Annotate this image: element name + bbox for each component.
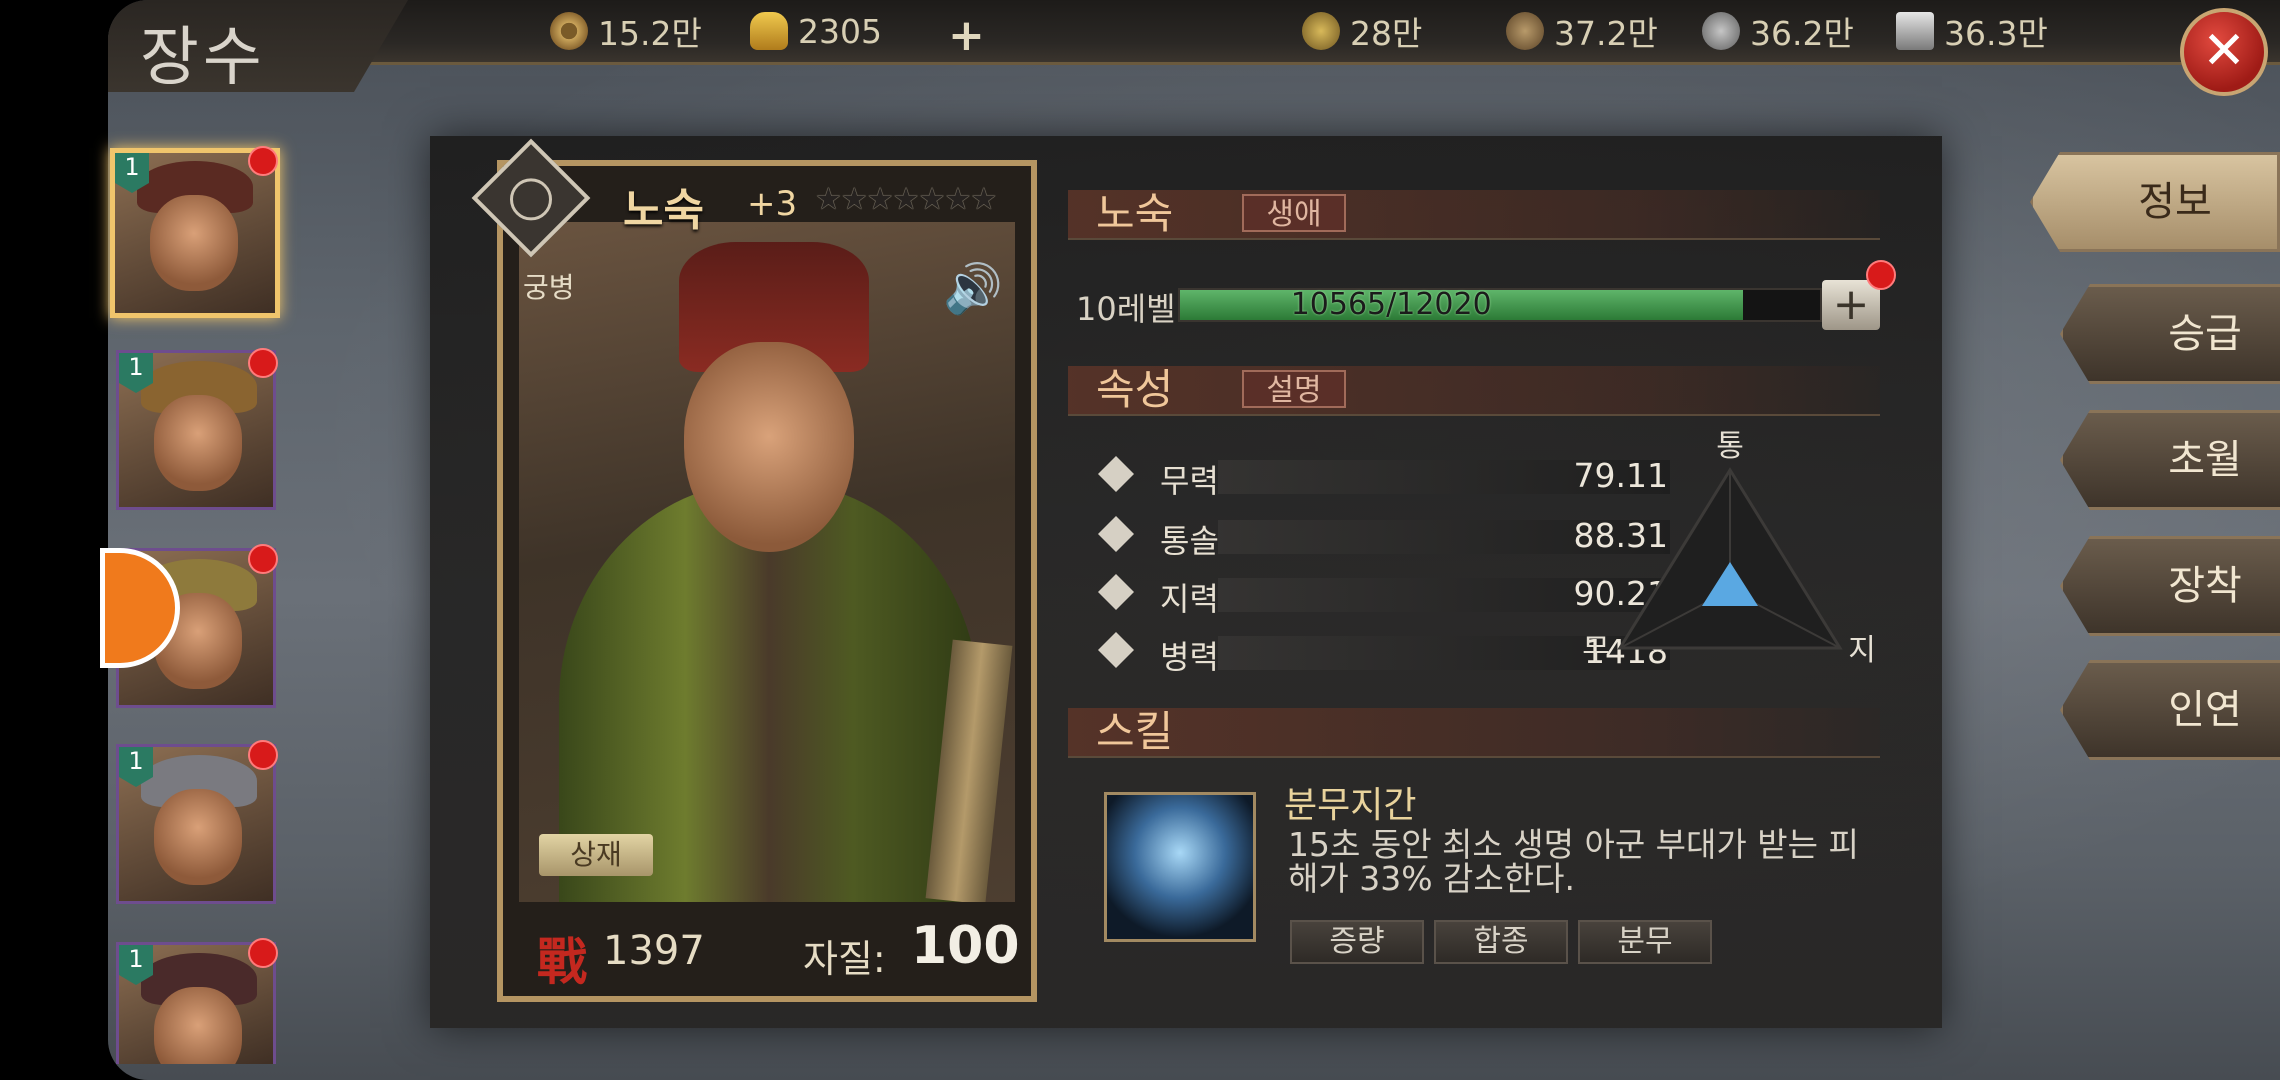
experience-bar: 10565/12020 [1178,288,1822,322]
detail-button[interactable]: 상재 [539,834,653,876]
add-currency-button[interactable]: + [948,10,985,61]
grain-value: 28만 [1350,14,1423,53]
aptitude-value: 100 [911,916,1020,976]
attribute-title: 속성 [1096,365,1174,414]
tab-promote[interactable]: 승급 [2060,284,2280,384]
sword-icon [1098,456,1134,492]
wood-counter[interactable]: 37.2만 [1506,8,1658,54]
copper-coin-icon [550,12,588,50]
tab-bond[interactable]: 인연 [2060,660,2280,760]
alert-dot [248,348,278,378]
troops-icon [1098,632,1134,668]
skill-tag[interactable]: 분무 [1578,920,1712,964]
stat-row-leadership: 통솔 88.31 [1098,516,1670,560]
biography-button[interactable]: 생애 [1242,194,1346,232]
alert-dot [248,938,278,968]
tab-label: 장착 [2168,563,2242,609]
grain-counter[interactable]: 28만 [1302,8,1422,54]
skill-section-header: 스킬 [1068,708,1880,758]
hero-portrait [154,987,242,1064]
skill-name: 분무지간 [1284,785,1417,826]
general-artwork [519,222,1015,902]
attribute-section-header: 속성 설명 [1068,366,1880,416]
hero-list: 1 1 1 1 [100,0,308,1080]
skill-description: 15초 동안 최소 생명 아군 부대가 받는 피해가 33% 감소한다. [1288,825,1859,898]
tab-label: 인연 [2168,687,2242,733]
hero-portrait [154,395,242,491]
gold-ingot-value: 2305 [798,11,882,51]
stat-name: 통솔 [1160,522,1219,560]
level-up-button[interactable]: + [1822,280,1880,330]
stat-row-intellect: 지력 90.21 [1098,574,1670,618]
alert-dot [1866,260,1896,290]
radar-label-might: 무 [1582,633,1610,668]
card-footer: 戰 1397 자질: 100 [503,916,1031,996]
copper-coin-counter[interactable]: 15.2만 [550,8,702,54]
iron-icon [1896,12,1934,50]
copper-coin-value: 15.2만 [598,14,702,53]
tab-label: 정보 [2138,179,2212,225]
battle-power-value: 1397 [603,928,705,974]
stone-value: 36.2만 [1750,14,1854,53]
tab-label: 승급 [2168,311,2242,357]
stone-icon [1702,12,1740,50]
card-plus-level: +3 [747,184,798,224]
level-label: 10레벨 [1076,290,1176,328]
card-general-name: 노숙 [623,185,704,236]
general-card: 노숙 +3 ★★★★★★★ 궁병 🔊 상재 戰 1397 자질: 100 [471,138,1037,1002]
stat-name: 무력 [1160,462,1219,500]
close-button[interactable]: ✕ [2180,8,2268,96]
tab-transcend[interactable]: 초월 [2060,410,2280,510]
iron-counter[interactable]: 36.3만 [1896,8,2048,54]
tab-info[interactable]: 정보 [2030,152,2280,252]
radar-label-leadership: 통 [1716,430,1744,464]
speaker-icon[interactable]: 🔊 [943,260,1003,317]
star-rating: ★★★★★★★ [815,182,997,217]
hero-list-item[interactable]: 1 [116,744,276,904]
skill-tag[interactable]: 증량 [1290,920,1424,964]
wood-value: 37.2만 [1554,14,1658,53]
head-art [684,342,854,552]
hero-portrait [154,789,242,885]
alert-dot [248,544,278,574]
skill-tag[interactable]: 합종 [1434,920,1568,964]
skill-icon[interactable] [1104,792,1256,942]
skill-title: 스킬 [1096,707,1174,756]
stat-row-might: 무력 79.11 [1098,456,1670,500]
flag-icon [1098,516,1134,552]
stat-radar-chart: 통 무 지 [1582,430,1876,668]
battle-power-icon: 戰 [537,932,587,991]
tab-label: 초월 [2168,437,2242,483]
alert-dot [248,146,278,176]
name-section-header: 노숙 생애 [1068,190,1880,240]
brain-icon [1098,574,1134,610]
stat-row-troops: 병력 1418 [1098,632,1670,676]
grain-icon [1302,12,1340,50]
aptitude-label: 자질: [803,937,886,981]
attribute-help-button[interactable]: 설명 [1242,370,1346,408]
close-icon: ✕ [2202,21,2246,81]
gold-ingot-counter[interactable]: 2305 [750,8,882,54]
hero-portrait [150,195,238,291]
gold-ingot-icon [750,12,788,50]
stone-counter[interactable]: 36.2만 [1702,8,1854,54]
tab-equip[interactable]: 장착 [2060,536,2280,636]
stat-name: 지력 [1160,580,1219,618]
iron-value: 36.3만 [1944,14,2048,53]
experience-text: 10565/12020 [1290,287,1492,322]
info-general-name: 노숙 [1096,189,1174,238]
unit-class-label: 궁병 [523,271,575,304]
stat-name: 병력 [1160,638,1219,676]
wood-icon [1506,12,1544,50]
radar-label-intellect: 지 [1848,633,1876,668]
alert-dot [248,740,278,770]
